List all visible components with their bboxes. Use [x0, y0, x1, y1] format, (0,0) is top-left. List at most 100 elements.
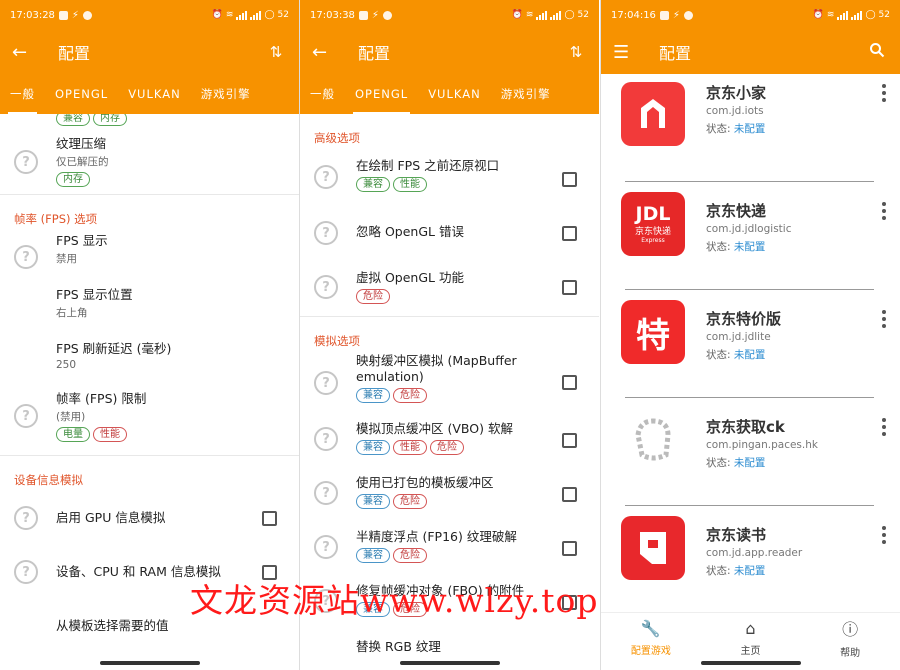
help-circle-icon[interactable]: ? — [14, 150, 38, 174]
help-circle-icon[interactable]: ? — [14, 404, 38, 428]
setting-ignore-gl-errors[interactable]: ? 忽略 OpenGL 错误 — [300, 206, 599, 260]
chip-group: 兼容 性能 危险 — [356, 440, 559, 455]
setting-fps-position[interactable]: FPS 显示位置 右上角 — [0, 283, 299, 337]
chip-performance: 性能 — [393, 177, 427, 192]
setting-title: 替换 RGB 纹理 — [356, 639, 441, 654]
hamburger-menu-icon[interactable]: ☰ — [613, 42, 639, 63]
status-value: 未配置 — [733, 241, 766, 253]
nav-help[interactable]: ⓘ 帮助 — [800, 613, 900, 670]
wifi-icon: ≋ — [826, 10, 835, 20]
help-circle-icon[interactable]: ? — [314, 427, 338, 451]
setting-title: FPS 显示位置 — [56, 287, 133, 302]
app-list[interactable]: 京东小家 com.jd.iots 状态: 未配置 JDL 京东快递 Expres… — [601, 74, 900, 612]
setting-virtual-gl-functions[interactable]: ? 虚拟 OpenGL 功能 危险 — [300, 260, 599, 316]
app-notification-icon — [358, 10, 368, 20]
ignore-gl-errors-checkbox[interactable] — [562, 226, 577, 241]
setting-title: 模拟顶点缓冲区 (VBO) 软解 — [356, 421, 513, 436]
home-indicator[interactable] — [99, 661, 200, 665]
help-circle-icon[interactable]: ? — [314, 165, 338, 189]
section-header-advanced: 高级选项 — [314, 131, 360, 145]
help-circle-icon[interactable]: ? — [314, 221, 338, 245]
app-bar: ☰ 配置 — [601, 30, 900, 74]
tab-opengl[interactable]: OPENGL — [345, 74, 418, 114]
app-item-jd-home[interactable]: 京东小家 com.jd.iots 状态: 未配置 — [601, 74, 900, 182]
nav-configure-games[interactable]: 🔧 配置游戏 — [601, 613, 701, 670]
status-bar: 17:03:28 ⚡ ⏰ ≋ ◯ 52 — [0, 0, 299, 30]
app-item-jd-reader[interactable]: 京东读书 com.jd.app.reader 状态: 未配置 — [601, 506, 900, 612]
battery-level: 52 — [577, 10, 589, 20]
setting-fps-display[interactable]: ? FPS 显示 禁用 — [0, 231, 299, 283]
tab-game-engine[interactable]: 游戏引擎 — [491, 74, 561, 114]
help-circle-icon[interactable]: ? — [314, 371, 338, 395]
tab-vulkan[interactable]: VULKAN — [418, 74, 491, 114]
setting-restore-viewport[interactable]: ? 在绘制 FPS 之前还原视口 兼容 性能 — [300, 150, 599, 206]
gpu-emulation-checkbox[interactable] — [262, 511, 277, 526]
setting-fps-limit[interactable]: ? 帧率 (FPS) 限制 (禁用) 电量 性能 — [0, 389, 299, 455]
setting-title: 映射缓冲区模拟 (MapBuffer emulation) — [356, 353, 517, 384]
tab-vulkan[interactable]: VULKAN — [118, 74, 191, 114]
home-icon: ⌂ — [745, 618, 756, 638]
alarm-icon: ⏰ — [211, 10, 223, 20]
sort-arrows-icon[interactable]: ⇅ — [265, 43, 287, 61]
mapbuffer-emulation-checkbox[interactable] — [562, 375, 577, 390]
restore-viewport-checkbox[interactable] — [562, 172, 577, 187]
virtual-gl-functions-checkbox[interactable] — [562, 280, 577, 295]
vbo-software-checkbox[interactable] — [562, 433, 577, 448]
app-item-jd-express[interactable]: JDL 京东快递 Express 京东快递 com.jd.jdlogistic … — [601, 182, 900, 290]
section-header-device: 设备信息模拟 — [14, 473, 83, 487]
chip-memory: 内存 — [56, 172, 90, 187]
setting-value: 禁用 — [56, 253, 77, 265]
tab-general[interactable]: 一般 — [300, 74, 345, 114]
battery-icon: ◯ — [264, 10, 275, 20]
help-circle-icon[interactable]: ? — [314, 535, 338, 559]
nav-label: 配置游戏 — [630, 645, 671, 657]
panel-general: 17:03:28 ⚡ ⏰ ≋ ◯ 52 ← 配置 ⇅ 一般 OPENGL VUL… — [0, 0, 299, 670]
arrow-left-icon[interactable]: ← — [12, 42, 38, 63]
status-value: 未配置 — [733, 457, 766, 469]
setting-texture-compression[interactable]: ? 纹理压缩 仅已解压的 内存 — [0, 114, 299, 194]
help-circle-icon[interactable]: ? — [14, 245, 38, 269]
setting-mapbuffer-emulation[interactable]: ? 映射缓冲区模拟 (MapBuffer emulation) 兼容 危险 — [300, 353, 599, 427]
setting-value: 250 — [56, 359, 77, 371]
app-item-jd-lite[interactable]: 特 京东特价版 com.jd.jdlite 状态: 未配置 — [601, 290, 900, 398]
battery-level: 52 — [277, 10, 289, 20]
app-name: 京东特价版 — [706, 310, 782, 328]
app-icon-jd-lite: 特 — [621, 300, 685, 364]
arrow-left-icon[interactable]: ← — [312, 42, 338, 63]
sort-arrows-icon[interactable]: ⇅ — [565, 43, 587, 61]
compass-icon — [82, 10, 92, 20]
search-icon[interactable] — [866, 42, 888, 62]
setting-fps-refresh-delay[interactable]: FPS 刷新延迟 (毫秒) 250 — [0, 337, 299, 389]
setting-replace-rgb[interactable]: 替换 RGB 纹理 — [300, 639, 599, 670]
setting-gpu-emulation[interactable]: ? 启用 GPU 信息模拟 — [0, 496, 299, 550]
setting-vbo-software[interactable]: ? 模拟顶点缓冲区 (VBO) 软解 兼容 性能 危险 — [300, 421, 599, 481]
help-circle-icon[interactable]: ? — [14, 506, 38, 530]
fp16-hack-checkbox[interactable] — [562, 541, 577, 556]
help-circle-icon[interactable]: ? — [314, 275, 338, 299]
setting-title: FPS 显示 — [56, 233, 108, 248]
page-title: 配置 — [58, 44, 91, 63]
home-indicator[interactable] — [700, 661, 801, 665]
setting-title: 半精度浮点 (FP16) 纹理破解 — [356, 529, 517, 544]
more-vert-icon[interactable] — [882, 526, 886, 544]
tab-general[interactable]: 一般 — [0, 74, 45, 114]
tab-opengl[interactable]: OPENGL — [45, 74, 118, 114]
help-circle-icon[interactable]: ? — [14, 560, 38, 584]
setting-packed-stencil[interactable]: ? 使用已打包的模板缓冲区 兼容 危险 — [300, 475, 599, 535]
setting-value: 仅已解压的 — [56, 156, 109, 168]
setting-value: (禁用) — [56, 411, 86, 423]
more-vert-icon[interactable] — [882, 418, 886, 436]
home-indicator[interactable] — [399, 661, 500, 665]
bolt-icon: ⚡ — [672, 9, 680, 21]
more-vert-icon[interactable] — [882, 310, 886, 328]
app-package: com.pingan.paces.hk — [706, 439, 818, 451]
more-vert-icon[interactable] — [882, 84, 886, 102]
more-vert-icon[interactable] — [882, 202, 886, 220]
tab-game-engine[interactable]: 游戏引擎 — [191, 74, 261, 114]
alarm-icon: ⏰ — [812, 10, 824, 20]
app-item-jd-ck[interactable]: 京东获取ck com.pingan.paces.hk 状态: 未配置 — [601, 398, 900, 506]
nav-label: 主页 — [740, 645, 761, 657]
app-icon-jd-express: JDL 京东快递 Express — [621, 192, 685, 256]
packed-stencil-checkbox[interactable] — [562, 487, 577, 502]
help-circle-icon[interactable]: ? — [314, 481, 338, 505]
